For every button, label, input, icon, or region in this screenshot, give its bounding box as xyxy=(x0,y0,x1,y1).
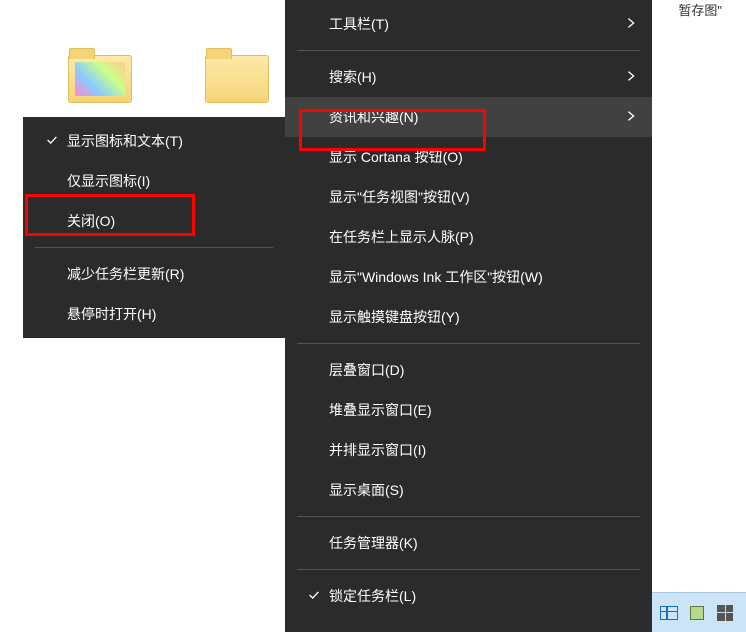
submenu-item-open-on-hover[interactable]: 悬停时打开(H) xyxy=(23,294,285,334)
menu-item-label: 关闭(O) xyxy=(67,211,251,231)
menu-item-news-interests[interactable]: 资讯和兴趣(N) xyxy=(285,97,652,137)
menu-item-search[interactable]: 搜索(H) xyxy=(285,57,652,97)
taskview-icon[interactable] xyxy=(658,602,680,624)
menu-item-show-desktop[interactable]: 显示桌面(S) xyxy=(285,470,652,510)
submenu-item-close[interactable]: 关闭(O) xyxy=(23,201,285,241)
menu-item-label: 仅显示图标(I) xyxy=(67,171,251,191)
taskbar xyxy=(652,592,746,632)
menu-item-cortana-button[interactable]: 显示 Cortana 按钮(O) xyxy=(285,137,652,177)
menu-item-label: 显示"Windows Ink 工作区"按钮(W) xyxy=(329,267,618,287)
taskbar-context-menu: 工具栏(T) 搜索(H) 资讯和兴趣(N) 显示 Cortana 按钮(O) xyxy=(285,0,652,632)
submenu-item-icon-only[interactable]: 仅显示图标(I) xyxy=(23,161,285,201)
menu-item-label: 显示"任务视图"按钮(V) xyxy=(329,187,618,207)
menu-item-label: 工具栏(T) xyxy=(329,14,618,34)
menu-item-label: 显示桌面(S) xyxy=(329,480,618,500)
menu-item-cascade-windows[interactable]: 层叠窗口(D) xyxy=(285,350,652,390)
menu-item-windows-ink[interactable]: 显示"Windows Ink 工作区"按钮(W) xyxy=(285,257,652,297)
tray-icon[interactable] xyxy=(686,602,708,624)
check-icon xyxy=(307,588,321,605)
menu-item-toolbars[interactable]: 工具栏(T) xyxy=(285,4,652,44)
menu-item-label: 显示触摸键盘按钮(Y) xyxy=(329,307,618,327)
submenu-item-reduce-updates[interactable]: 减少任务栏更新(R) xyxy=(23,254,285,294)
menu-item-label: 显示 Cortana 按钮(O) xyxy=(329,147,618,167)
menu-item-label: 资讯和兴趣(N) xyxy=(329,107,618,127)
menu-item-label: 层叠窗口(D) xyxy=(329,360,618,380)
menu-item-label: 显示图标和文本(T) xyxy=(67,131,251,151)
menu-item-task-view-button[interactable]: 显示"任务视图"按钮(V) xyxy=(285,177,652,217)
menu-item-label: 悬停时打开(H) xyxy=(67,304,251,324)
menu-item-stack-windows[interactable]: 堆叠显示窗口(E) xyxy=(285,390,652,430)
menu-item-label: 减少任务栏更新(R) xyxy=(67,264,251,284)
menu-separator xyxy=(297,516,640,517)
menu-item-label: 并排显示窗口(I) xyxy=(329,440,618,460)
folder-icon[interactable] xyxy=(205,55,275,115)
menu-item-label: 搜索(H) xyxy=(329,67,618,87)
folder-icon[interactable] xyxy=(68,55,138,115)
menu-separator xyxy=(297,50,640,51)
menu-separator xyxy=(297,343,640,344)
submenu-item-show-icon-text[interactable]: 显示图标和文本(T) xyxy=(23,121,285,161)
corner-label: 暂存图" xyxy=(678,0,722,19)
menu-item-label: 任务管理器(K) xyxy=(329,533,618,553)
menu-item-touch-keyboard[interactable]: 显示触摸键盘按钮(Y) xyxy=(285,297,652,337)
chevron-right-icon xyxy=(624,109,638,126)
menu-item-lock-taskbar[interactable]: 锁定任务栏(L) xyxy=(285,576,652,616)
menu-separator xyxy=(297,569,640,570)
window-icon[interactable] xyxy=(714,602,736,624)
chevron-right-icon xyxy=(624,69,638,86)
news-interests-submenu: 显示图标和文本(T) 仅显示图标(I) 关闭(O) 减少任务栏更新(R) 悬停时… xyxy=(23,117,285,338)
check-icon xyxy=(45,133,59,150)
menu-item-label: 在任务栏上显示人脉(P) xyxy=(329,227,618,247)
menu-item-label: 锁定任务栏(L) xyxy=(329,586,618,606)
menu-item-side-by-side[interactable]: 并排显示窗口(I) xyxy=(285,430,652,470)
menu-item-label: 堆叠显示窗口(E) xyxy=(329,400,618,420)
chevron-right-icon xyxy=(624,16,638,33)
menu-separator xyxy=(35,247,273,248)
menu-item-task-manager[interactable]: 任务管理器(K) xyxy=(285,523,652,563)
menu-item-show-people[interactable]: 在任务栏上显示人脉(P) xyxy=(285,217,652,257)
